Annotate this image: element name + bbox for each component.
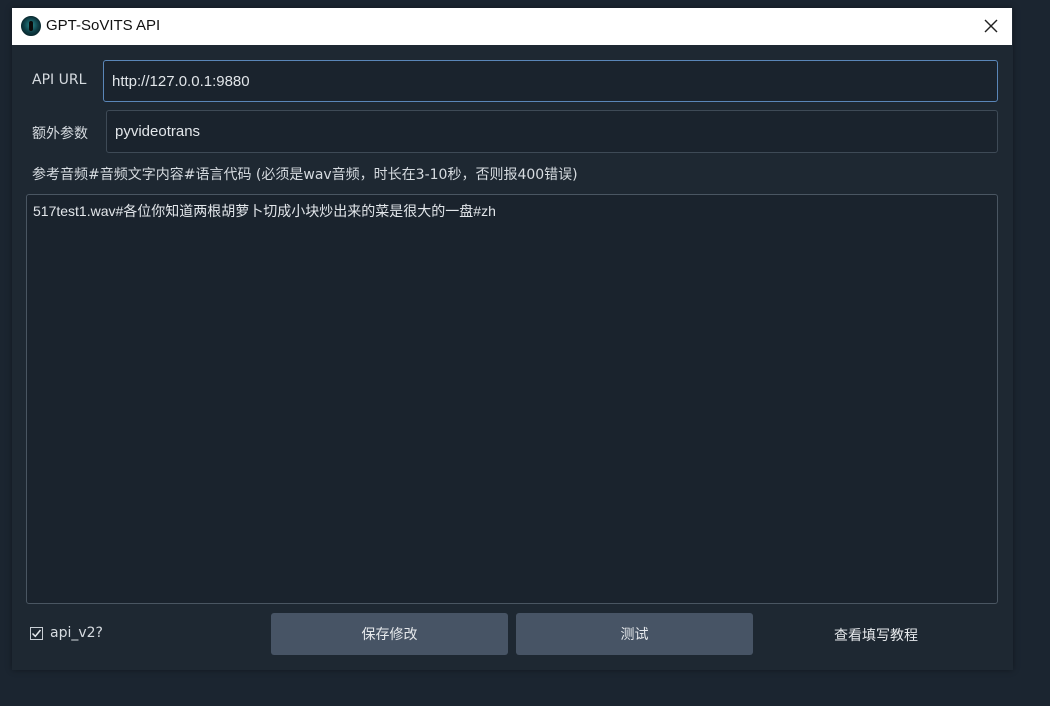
title-bar: GPT-SoVITS API [12, 8, 1012, 45]
api-v2-checkbox[interactable]: api_v2? [30, 625, 103, 641]
extra-params-input[interactable] [106, 110, 998, 153]
ref-audio-hint: 参考音频#音频文字内容#语言代码 (必须是wav音频，时长在3-10秒，否则报4… [32, 167, 578, 183]
window-title: GPT-SoVITS API [46, 17, 161, 34]
close-icon [984, 19, 998, 33]
api-v2-label: api_v2? [50, 625, 103, 641]
view-tutorial-link[interactable]: 查看填写教程 [834, 625, 918, 645]
gpt-sovits-api-dialog: GPT-SoVITS API API URL 额外参数 参考音频#音频文字内容#… [12, 8, 1013, 670]
checkmark-icon [31, 629, 42, 637]
app-logo-icon [21, 16, 41, 36]
ref-audio-textarea[interactable]: 517test1.wav#各位你知道两根胡萝卜切成小块炒出来的菜是很大的一盘#z… [26, 194, 998, 604]
save-changes-button[interactable]: 保存修改 [271, 613, 508, 655]
extra-params-label: 额外参数 [32, 126, 88, 142]
api-url-input[interactable] [103, 60, 998, 102]
test-button[interactable]: 测试 [516, 613, 753, 655]
api-url-label: API URL [32, 72, 87, 88]
checkbox-box[interactable] [30, 626, 43, 640]
close-button[interactable] [976, 11, 1006, 41]
